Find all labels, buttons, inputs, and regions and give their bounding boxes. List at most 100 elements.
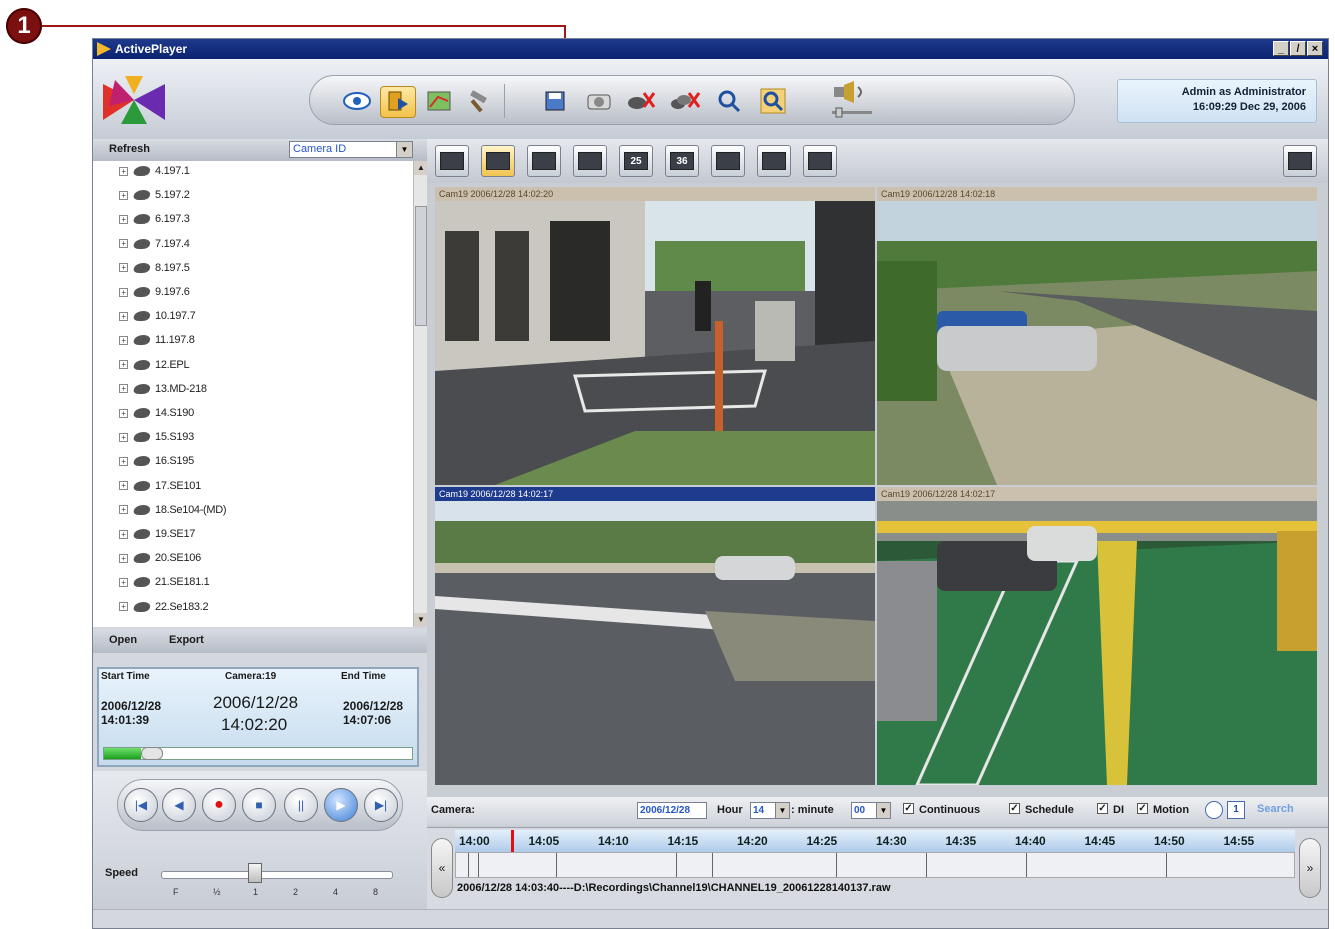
camera-tree-item[interactable]: +15.S193 <box>119 427 194 447</box>
progress-knob[interactable] <box>140 747 163 760</box>
zoom-in-button[interactable] <box>712 86 746 116</box>
di-checkbox[interactable]: ✓ <box>1097 803 1108 814</box>
camera-tree-item[interactable]: +6.197.3 <box>119 209 190 229</box>
timeline-cursor[interactable] <box>511 830 514 852</box>
play-button[interactable]: ▶ <box>324 788 358 822</box>
continuous-checkbox[interactable]: ✓ <box>903 803 914 814</box>
camera-tree-label: 14.S190 <box>155 407 194 419</box>
playback-button[interactable] <box>380 86 416 118</box>
settings-button[interactable] <box>460 86 494 116</box>
camera-tree-item[interactable]: +10.197.7 <box>119 306 196 326</box>
search-button[interactable]: Search <box>1257 803 1294 815</box>
sort-select[interactable]: Camera ID ▼ <box>289 141 413 158</box>
expand-icon[interactable]: + <box>119 553 128 563</box>
maximize-button[interactable]: ̸ <box>1290 41 1306 56</box>
camera-tree-item[interactable]: +5.197.2 <box>119 185 190 205</box>
expand-icon[interactable]: + <box>119 239 128 249</box>
layout-button-9[interactable] <box>527 145 561 177</box>
speed-slider-knob[interactable] <box>248 863 262 883</box>
camera-tree-item[interactable]: +20.SE106 <box>119 548 201 568</box>
speed-slider[interactable] <box>161 871 393 879</box>
open-menu[interactable]: Open <box>109 634 137 646</box>
clock-icon[interactable] <box>1205 801 1223 819</box>
expand-icon[interactable]: + <box>119 602 128 612</box>
expand-icon[interactable]: + <box>119 432 128 442</box>
camera-tree-item[interactable]: +12.EPL <box>119 355 190 375</box>
expand-icon[interactable]: + <box>119 529 128 539</box>
expand-icon[interactable]: + <box>119 384 128 394</box>
disconnect-button[interactable] <box>624 86 658 116</box>
skip-end-button[interactable]: ▶| <box>364 788 398 822</box>
export-menu[interactable]: Export <box>169 634 204 646</box>
expand-icon[interactable]: + <box>119 311 128 321</box>
layout-button-layout-a[interactable] <box>711 145 745 177</box>
expand-icon[interactable]: + <box>119 214 128 224</box>
expand-icon[interactable]: + <box>119 360 128 370</box>
layout-button-1[interactable] <box>435 145 469 177</box>
expand-icon[interactable]: + <box>119 287 128 297</box>
camera-tree-item[interactable]: +9.197.6 <box>119 282 190 302</box>
pause-button[interactable]: || <box>284 788 318 822</box>
record-button[interactable]: ● <box>202 788 236 822</box>
save-image-button[interactable] <box>538 86 572 116</box>
timeline-prev-button[interactable]: « <box>431 838 453 898</box>
volume-control[interactable] <box>830 81 874 119</box>
skip-start-button[interactable]: |◀ <box>124 788 158 822</box>
layout-button-25[interactable]: 25 <box>619 145 653 177</box>
close-button[interactable]: × <box>1307 41 1323 56</box>
camera-tree-item[interactable]: +21.SE181.1 <box>119 572 210 592</box>
expand-icon[interactable]: + <box>119 577 128 587</box>
layout-button-4[interactable] <box>481 145 515 177</box>
fullscreen-button[interactable] <box>1283 145 1317 177</box>
camera-tree-item[interactable]: +4.197.1 <box>119 161 190 181</box>
layout-button-16[interactable] <box>573 145 607 177</box>
expand-icon[interactable]: + <box>119 190 128 200</box>
stop-button[interactable]: ■ <box>242 788 276 822</box>
layout-button-layout-c[interactable] <box>803 145 837 177</box>
camera-tree-item[interactable]: +18.Se104-(MD) <box>119 500 227 520</box>
zoom-reset-button[interactable] <box>756 86 790 116</box>
camera-tree-item[interactable]: +22.Se183.2 <box>119 597 209 617</box>
minimize-button[interactable]: _ <box>1273 41 1289 56</box>
snapshot-button[interactable] <box>582 86 616 116</box>
camera-tree-item[interactable]: +17.SE101 <box>119 476 201 496</box>
camera-tree-item[interactable]: +14.S190 <box>119 403 194 423</box>
layout-button-layout-b[interactable] <box>757 145 791 177</box>
rewind-button[interactable]: ◀ <box>162 788 196 822</box>
scroll-down-icon[interactable]: ▼ <box>414 613 428 627</box>
expand-icon[interactable]: + <box>119 263 128 273</box>
refresh-button[interactable]: Refresh <box>109 143 150 155</box>
expand-icon[interactable]: + <box>119 456 128 466</box>
camera-tree-item[interactable]: +7.197.4 <box>119 234 190 254</box>
camera-tree-item[interactable]: +19.SE17 <box>119 524 195 544</box>
camera-tile[interactable]: Cam19 2006/12/28 14:02:17 <box>877 487 1317 785</box>
camera-tile[interactable]: Cam19 2006/12/28 14:02:17 <box>435 487 875 785</box>
schedule-checkbox[interactable]: ✓ <box>1009 803 1020 814</box>
camera-tree-item[interactable]: +8.197.5 <box>119 258 190 278</box>
search-date-input[interactable]: 2006/12/28 <box>637 802 707 819</box>
minute-select[interactable]: 00 ▼ <box>851 802 891 819</box>
scroll-thumb[interactable] <box>415 206 427 326</box>
tree-scrollbar[interactable]: ▲ ▼ <box>413 161 428 627</box>
hour-select[interactable]: 14 ▼ <box>750 802 790 819</box>
camera-tree-item[interactable]: +11.197.8 <box>119 330 195 350</box>
camera-tree-item[interactable]: +16.S195 <box>119 451 194 471</box>
camera-tree-item[interactable]: +13.MD-218 <box>119 379 207 399</box>
camera-tile[interactable]: Cam19 2006/12/28 14:02:20 <box>435 187 875 485</box>
motion-checkbox[interactable]: ✓ <box>1137 803 1148 814</box>
layout-button-36[interactable]: 36 <box>665 145 699 177</box>
expand-icon[interactable]: + <box>119 505 128 515</box>
timeline-next-button[interactable]: » <box>1299 838 1321 898</box>
expand-icon[interactable]: + <box>119 481 128 491</box>
calendar-icon[interactable]: 1 <box>1227 801 1245 819</box>
expand-icon[interactable]: + <box>119 166 128 176</box>
playback-progress[interactable] <box>103 747 413 760</box>
expand-icon[interactable]: + <box>119 335 128 345</box>
disconnect-all-button[interactable] <box>668 86 702 116</box>
live-view-button[interactable] <box>340 86 374 116</box>
expand-icon[interactable]: + <box>119 408 128 418</box>
camera-tile[interactable]: Cam19 2006/12/28 14:02:18 <box>877 187 1317 485</box>
timeline-track[interactable] <box>455 852 1295 878</box>
scroll-up-icon[interactable]: ▲ <box>414 161 428 175</box>
map-button[interactable] <box>422 86 456 116</box>
